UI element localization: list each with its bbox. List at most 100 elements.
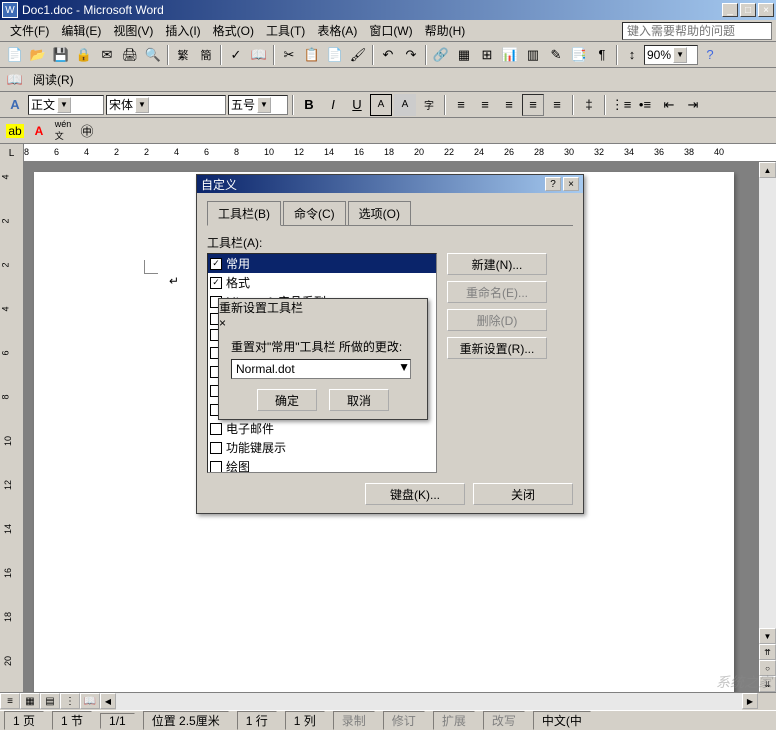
- status-revision[interactable]: 修订: [383, 711, 425, 730]
- font-size-combo[interactable]: 五号 ▼: [228, 95, 288, 115]
- hscroll-track[interactable]: [116, 693, 742, 710]
- highlight-icon[interactable]: ab: [4, 120, 26, 142]
- research-icon[interactable]: 📖: [248, 44, 270, 66]
- doc-map-icon[interactable]: 📑: [568, 44, 590, 66]
- tab-toolbars[interactable]: 工具栏(B): [207, 201, 281, 226]
- toolbar-list-item[interactable]: 绘图: [208, 457, 436, 473]
- menu-edit[interactable]: 编辑(E): [55, 20, 107, 41]
- scroll-down-icon[interactable]: ▼: [759, 628, 776, 644]
- dialog-titlebar[interactable]: 自定义 ? ×: [197, 175, 583, 193]
- justify-icon[interactable]: ≡: [522, 94, 544, 116]
- format-painter-icon[interactable]: 🖌: [347, 44, 369, 66]
- status-record[interactable]: 录制: [333, 711, 375, 730]
- status-language[interactable]: 中文(中: [533, 711, 591, 730]
- help-search-input[interactable]: [622, 22, 772, 40]
- chevron-down-icon[interactable]: ▼: [257, 97, 271, 113]
- font-combo[interactable]: 宋体 ▼: [106, 95, 226, 115]
- cancel-button[interactable]: 取消: [329, 389, 389, 411]
- subdialog-close-button[interactable]: ×: [219, 316, 427, 330]
- chevron-down-icon[interactable]: ▼: [398, 360, 410, 378]
- char-border-icon[interactable]: A: [370, 94, 392, 116]
- mail-icon[interactable]: ✉: [96, 44, 118, 66]
- keyboard-button[interactable]: 键盘(K)...: [365, 483, 465, 505]
- normal-view-icon[interactable]: ≡: [0, 693, 20, 709]
- checkbox-icon[interactable]: ✓: [210, 277, 222, 289]
- traditional-chinese-icon[interactable]: 繁: [172, 44, 194, 66]
- print-view-icon[interactable]: ▤: [40, 693, 60, 709]
- tab-options[interactable]: 选项(O): [348, 201, 411, 225]
- columns-icon[interactable]: ▥: [522, 44, 544, 66]
- checkbox-icon[interactable]: [210, 423, 222, 435]
- toolbar-list-item[interactable]: ✓常用: [208, 254, 436, 273]
- redo-icon[interactable]: ↷: [400, 44, 422, 66]
- enclose-char-icon[interactable]: ㊥: [76, 120, 98, 142]
- checkbox-icon[interactable]: [210, 461, 222, 473]
- ruler-corner[interactable]: L: [0, 144, 24, 162]
- align-right-icon[interactable]: ≡: [498, 94, 520, 116]
- toolbar-list-item[interactable]: 功能键展示: [208, 438, 436, 457]
- tab-commands[interactable]: 命令(C): [283, 201, 346, 225]
- chevron-down-icon[interactable]: ▼: [57, 97, 71, 113]
- status-overwrite[interactable]: 改写: [483, 711, 525, 730]
- align-center-icon[interactable]: ≡: [474, 94, 496, 116]
- template-combo[interactable]: ▼: [231, 359, 411, 379]
- reset-button[interactable]: 重新设置(R)...: [447, 337, 547, 359]
- menu-format[interactable]: 格式(O): [207, 20, 260, 41]
- scroll-track[interactable]: [759, 178, 776, 628]
- subdialog-titlebar[interactable]: 重新设置工具栏 ×: [219, 299, 427, 330]
- minimize-button[interactable]: _: [722, 3, 738, 17]
- chevron-down-icon[interactable]: ▼: [135, 97, 149, 113]
- spellcheck-icon[interactable]: ✓: [225, 44, 247, 66]
- new-button[interactable]: 新建(N)...: [447, 253, 547, 275]
- bold-icon[interactable]: B: [298, 94, 320, 116]
- italic-icon[interactable]: I: [322, 94, 344, 116]
- vertical-ruler[interactable]: 422468101214161820: [0, 162, 24, 692]
- tables-borders-icon[interactable]: ▦: [453, 44, 475, 66]
- excel-icon[interactable]: 📊: [499, 44, 521, 66]
- char-scaling-icon[interactable]: 字: [418, 94, 440, 116]
- menu-table[interactable]: 表格(A): [311, 20, 363, 41]
- bullets-icon[interactable]: •≡: [634, 94, 656, 116]
- font-color-icon[interactable]: A: [28, 120, 50, 142]
- toolbar-list-item[interactable]: ✓格式: [208, 273, 436, 292]
- distributed-icon[interactable]: ≡: [546, 94, 568, 116]
- print-preview-icon[interactable]: 🔍: [142, 44, 164, 66]
- decrease-indent-icon[interactable]: ⇤: [658, 94, 680, 116]
- web-view-icon[interactable]: ▦: [20, 693, 40, 709]
- menu-insert[interactable]: 插入(I): [159, 20, 206, 41]
- status-extend[interactable]: 扩展: [433, 711, 475, 730]
- phonetic-guide-icon[interactable]: wén文: [52, 120, 74, 142]
- menu-window[interactable]: 窗口(W): [363, 20, 418, 41]
- increase-indent-icon[interactable]: ⇥: [682, 94, 704, 116]
- hyperlink-icon[interactable]: 🔗: [430, 44, 452, 66]
- prev-page-icon[interactable]: ⇈: [759, 644, 776, 660]
- close-button[interactable]: 关闭: [473, 483, 573, 505]
- paste-icon[interactable]: 📄: [324, 44, 346, 66]
- maximize-button[interactable]: □: [740, 3, 756, 17]
- print-icon[interactable]: 🖨: [119, 44, 141, 66]
- show-hide-icon[interactable]: ¶: [591, 44, 613, 66]
- menu-file[interactable]: 文件(F): [4, 20, 55, 41]
- simplified-chinese-icon[interactable]: 簡: [195, 44, 217, 66]
- template-input[interactable]: [232, 360, 398, 378]
- checkbox-icon[interactable]: ✓: [210, 258, 222, 270]
- new-doc-icon[interactable]: 📄: [4, 44, 26, 66]
- direction-icon[interactable]: ↕: [621, 44, 643, 66]
- ruler-scale[interactable]: 8642246810121416182022242628303234363840: [24, 144, 776, 161]
- scroll-up-icon[interactable]: ▲: [759, 162, 776, 178]
- dialog-help-button[interactable]: ?: [545, 177, 561, 191]
- permission-icon[interactable]: 🔒: [73, 44, 95, 66]
- line-spacing-icon[interactable]: ‡: [578, 94, 600, 116]
- dialog-close-button[interactable]: ×: [563, 177, 579, 191]
- style-combo[interactable]: 正文 ▼: [28, 95, 104, 115]
- menu-help[interactable]: 帮助(H): [419, 20, 472, 41]
- align-left-icon[interactable]: ≡: [450, 94, 472, 116]
- char-shading-icon[interactable]: A: [394, 94, 416, 116]
- close-button[interactable]: ×: [758, 3, 774, 17]
- open-icon[interactable]: 📂: [27, 44, 49, 66]
- drawing-icon[interactable]: ✎: [545, 44, 567, 66]
- help-icon[interactable]: ?: [699, 44, 721, 66]
- outline-view-icon[interactable]: ⋮: [60, 693, 80, 709]
- checkbox-icon[interactable]: [210, 442, 222, 454]
- zoom-combo[interactable]: 90% ▼: [644, 45, 698, 65]
